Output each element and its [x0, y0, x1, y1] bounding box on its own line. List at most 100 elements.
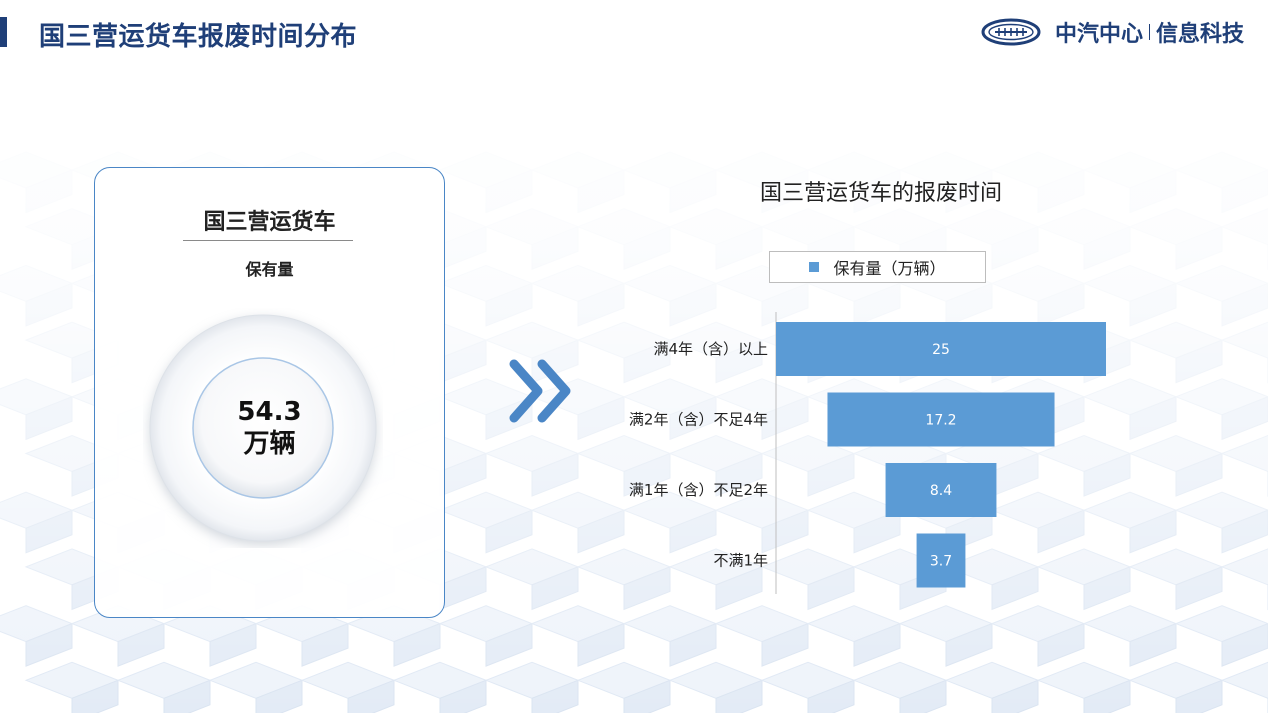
background-cube [1220, 321, 1268, 359]
background-cube [393, 622, 441, 667]
background-cube [531, 225, 579, 270]
data-label: 8.4 [930, 483, 952, 499]
data-label: 25 [932, 342, 950, 358]
background-cube [438, 151, 534, 189]
background-cube [439, 452, 487, 497]
background-cube [1221, 282, 1268, 327]
background-cube [163, 679, 211, 713]
background-cube [898, 605, 994, 643]
background-cube [990, 264, 1086, 302]
background-cube [669, 622, 717, 667]
background-cube [485, 169, 533, 214]
background-cube [209, 622, 257, 667]
background-cube [0, 264, 74, 302]
category-label: 满1年（含）不足2年 [629, 481, 768, 499]
background-cube [485, 622, 533, 667]
background-cube [439, 679, 487, 713]
category-label: 满2年（含）不足4年 [629, 411, 768, 429]
background-cube [1083, 225, 1131, 270]
background-cube [1175, 566, 1223, 611]
background-cube [668, 661, 764, 699]
background-cube [899, 679, 947, 713]
background-cube [944, 661, 1040, 699]
background-cube [438, 491, 534, 529]
background-cube [485, 509, 533, 554]
background-cube [1174, 264, 1268, 302]
background-cube [668, 208, 764, 246]
background-cube [577, 622, 625, 667]
background-cube [852, 661, 948, 699]
background-cube [531, 679, 579, 713]
chart-title: 国三营运货车的报废时间 [760, 181, 1003, 206]
background-cube [669, 169, 717, 214]
background-cube [622, 151, 718, 189]
background-cube [1128, 208, 1224, 246]
background-cube [622, 605, 718, 643]
background-cube [945, 622, 993, 667]
background-cube [1175, 679, 1223, 713]
background-cube [807, 679, 855, 713]
card-title: 国三营运货车 [203, 210, 336, 235]
background-cube [1175, 339, 1223, 384]
background-cube [0, 605, 74, 643]
background-cube [990, 151, 1086, 189]
background-cube [485, 282, 533, 327]
background-cube [300, 661, 396, 699]
background-cube [760, 208, 856, 246]
card-subtitle: 保有量 [245, 260, 294, 279]
background-cube [439, 339, 487, 384]
data-label: 3.7 [930, 554, 952, 570]
background-cube [438, 605, 534, 643]
background-cube [1037, 622, 1085, 667]
background-cube [255, 679, 303, 713]
background-cube [576, 661, 672, 699]
background-cube [1221, 509, 1268, 554]
double-chevron-right-icon [509, 359, 571, 423]
background-cube [991, 679, 1039, 713]
brand-separator [1148, 24, 1150, 40]
background-cube [484, 661, 580, 699]
catarc-logo-icon [981, 18, 1041, 46]
background-cube [117, 622, 165, 667]
background-cube [347, 679, 395, 713]
background-cube [1082, 605, 1178, 643]
brand-logo-group: 中汽中心 信息科技 [981, 17, 1244, 47]
background-cube [1128, 661, 1224, 699]
legend-label: 保有量（万辆） [833, 259, 946, 278]
background-cube [1221, 396, 1268, 441]
background-cube [623, 679, 671, 713]
funnel-bar-chart: 25 满4年（含）以上 17.2 满2年（含）不足4年 8.4 满1年（含）不足2年 3.7… [629, 312, 1106, 594]
brand-name: 中汽中心 [1054, 22, 1143, 47]
background-cube [1174, 151, 1268, 189]
page-title: 国三营运货车报废时间分布 [39, 22, 358, 52]
background-cube [25, 622, 73, 667]
background-cube [1220, 434, 1268, 473]
fleet-summary-card: 国三营运货车 保有量 54.3 万辆 [94, 167, 445, 618]
background-cube [1129, 169, 1177, 214]
background-cube [944, 208, 1040, 246]
background-cube [1129, 622, 1177, 667]
background-cube [715, 225, 763, 270]
background-cube [1174, 491, 1268, 529]
background-cube [622, 264, 718, 302]
background-cube [439, 566, 487, 611]
background-cube [530, 605, 626, 643]
chart-legend: 保有量（万辆） [769, 251, 986, 283]
background-cube [484, 548, 580, 586]
background-cube [0, 378, 74, 416]
background-cube [484, 434, 580, 473]
background-cube [623, 225, 671, 270]
background-cube [484, 321, 580, 359]
background-cube [208, 661, 304, 699]
background-cube [25, 509, 73, 554]
legend-swatch [809, 262, 820, 272]
fleet-total-value: 54.3 [237, 397, 302, 427]
background-cube [484, 208, 580, 246]
background-cube [25, 169, 73, 214]
background-cube [301, 622, 349, 667]
background-cube [1036, 208, 1132, 246]
background-cube [0, 151, 74, 189]
background-cube [853, 622, 901, 667]
background-cube [392, 661, 488, 699]
background-cube [852, 208, 948, 246]
